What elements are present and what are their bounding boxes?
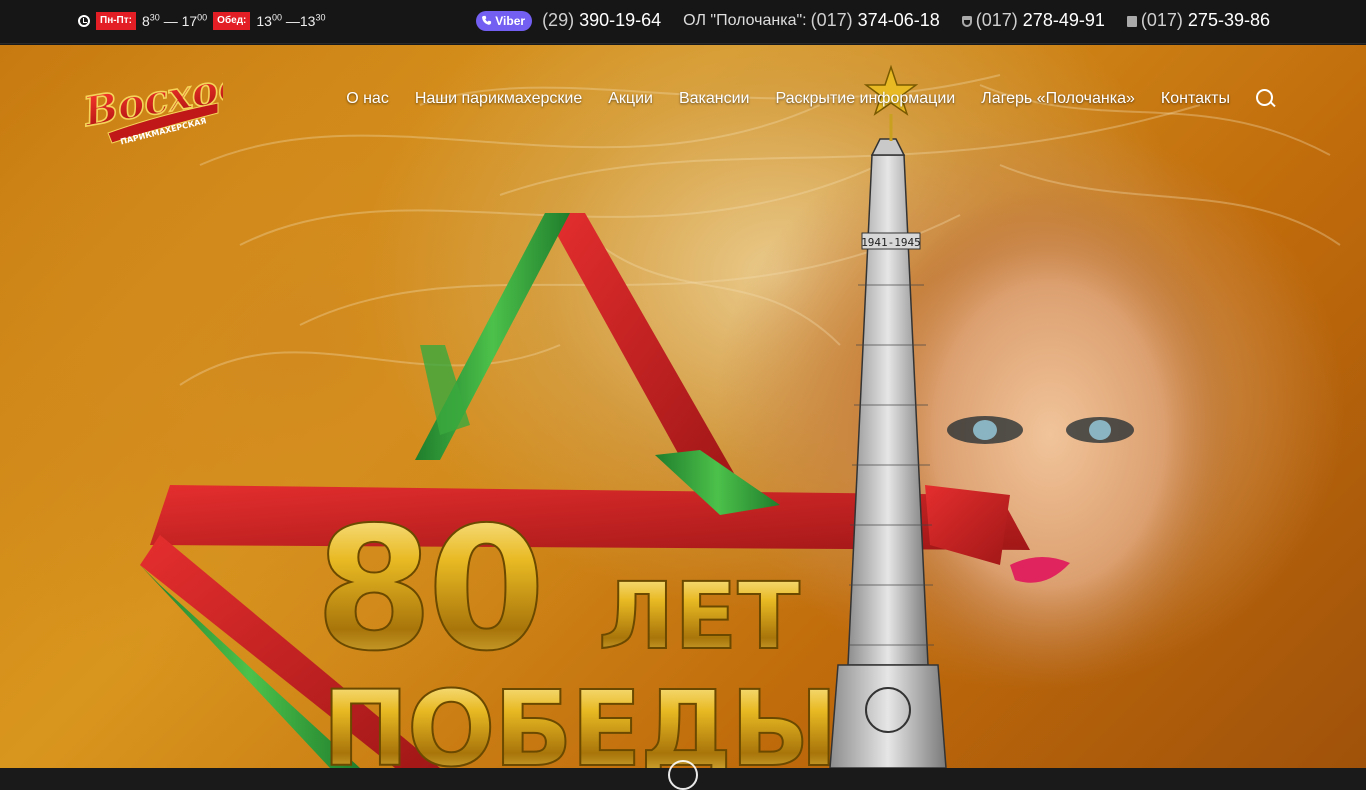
phone-viber[interactable]: (29) 390-19-64 [542,10,661,31]
banner-number: 80 [315,491,540,689]
site-header: Восход ПАРИКМАХЕРСКАЯ О нас Наши парикма… [0,45,1366,155]
contact-phones: Viber (29) 390-19-64 ОЛ "Полочанка": (01… [476,10,1270,31]
camp-phone-label: ОЛ "Полочанка": [683,11,807,29]
work-hours-text: 830 — 1700 [141,12,208,29]
clock-icon [78,15,90,27]
slider-scroll-button[interactable] [668,760,698,790]
nav-contacts[interactable]: Контакты [1161,90,1230,108]
nav-about[interactable]: О нас [346,90,389,108]
site-logo[interactable]: Восход ПАРИКМАХЕРСКАЯ [78,55,223,145]
phone-main[interactable]: (017) 278-49-91 [961,10,1105,31]
monument-years: 1941-1945 [861,236,921,249]
lunch-badge: Обед: [213,12,251,30]
banner-word-victory: ПОБЕДЫ [322,668,836,768]
working-hours: Пн-Пт: 830 — 1700 Обед: 1300 —1330 [78,12,325,30]
top-bar: Пн-Пт: 830 — 1700 Обед: 1300 —1330 Viber… [0,0,1366,44]
fax-icon [1126,16,1137,27]
workdays-badge: Пн-Пт: [96,12,136,30]
banner-word-years: ЛЕТ [598,563,800,670]
main-nav: О нас Наши парикмахерские Акции Вакансии… [346,89,1276,109]
victory-monument: 1941-1945 [829,64,947,768]
phone-icon [961,16,972,27]
viber-badge[interactable]: Viber [476,10,533,31]
search-icon[interactable] [1256,89,1276,109]
nav-camp[interactable]: Лагерь «Полочанка» [981,90,1135,108]
viber-icon [482,15,492,25]
phone-fax[interactable]: (017) 275-39-86 [1126,10,1270,31]
lunch-hours-text: 1300 —1330 [256,12,326,29]
nav-disclosure[interactable]: Раскрытие информации [775,90,955,108]
nav-vacancies[interactable]: Вакансии [679,90,750,108]
nav-salons[interactable]: Наши парикмахерские [415,90,582,108]
nav-promotions[interactable]: Акции [608,90,653,108]
phone-camp[interactable]: (017) 374-06-18 [811,10,940,31]
viber-label: Viber [495,13,526,28]
